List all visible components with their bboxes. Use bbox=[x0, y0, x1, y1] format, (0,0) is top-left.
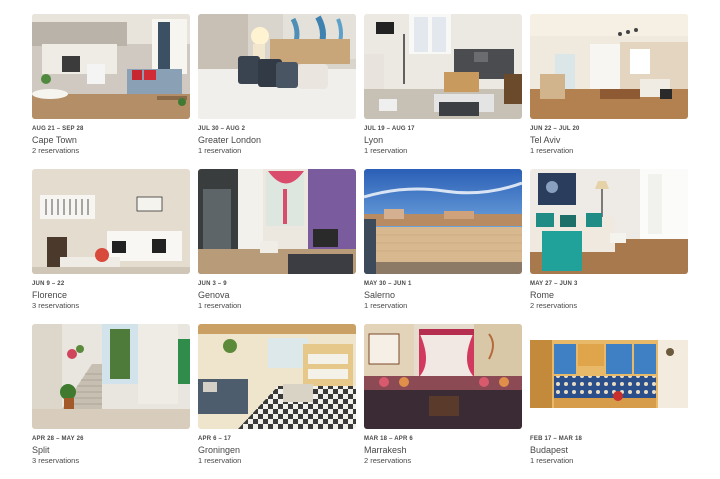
trip-card-budapest[interactable]: FEB 17 – MAR 18 Budapest 1 reservation bbox=[530, 324, 688, 479]
trip-card-greater-london[interactable]: JUL 30 – AUG 2 Greater London 1 reservat… bbox=[198, 14, 356, 169]
trip-dates: JUN 3 – 9 bbox=[198, 281, 227, 287]
trip-city[interactable]: Cape Town bbox=[32, 135, 190, 146]
trip-card-lyon[interactable]: JUL 19 – AUG 17 Lyon 1 reservation bbox=[364, 14, 522, 169]
trip-card-marrakesh[interactable]: MAR 18 – APR 6 Marrakesh 2 reservations bbox=[364, 324, 522, 479]
trip-dates: JUL 30 – AUG 2 bbox=[198, 126, 246, 132]
trip-card-groningen[interactable]: APR 6 – 17 Groningen 1 reservation bbox=[198, 324, 356, 479]
trip-dates: AUG 21 – SEP 28 bbox=[32, 126, 84, 132]
trip-reservations: 3 reservations bbox=[32, 301, 80, 310]
trip-card-split[interactable]: APR 28 – MAY 26 Split 3 reservations bbox=[32, 324, 190, 479]
trip-reservations: 1 reservation bbox=[364, 301, 408, 310]
trip-reservations: 2 reservations bbox=[364, 456, 412, 465]
trip-city[interactable]: Greater London bbox=[198, 135, 356, 146]
trip-dates: FEB 17 – MAR 18 bbox=[530, 436, 583, 442]
tiled-kitchen-photo[interactable] bbox=[530, 324, 688, 429]
white-sofa-room-photo[interactable] bbox=[32, 169, 190, 274]
trip-reservations: 2 reservations bbox=[530, 301, 578, 310]
trip-dates: MAY 27 – JUN 3 bbox=[530, 281, 578, 287]
purple-wall-room-photo[interactable] bbox=[198, 169, 356, 274]
checkered-floor-room-photo[interactable] bbox=[198, 324, 356, 429]
kitchen-living-room-photo[interactable] bbox=[32, 14, 190, 119]
trip-card-rome[interactable]: MAY 27 – JUN 3 Rome 2 reservations bbox=[530, 169, 688, 324]
courtyard-stairs-photo[interactable] bbox=[32, 324, 190, 429]
trip-reservations: 2 reservations bbox=[32, 146, 80, 155]
trips-grid: AUG 21 – SEP 28 Cape Town 2 reservations bbox=[32, 14, 688, 479]
trip-city[interactable]: Genova bbox=[198, 290, 356, 301]
trip-card-tel-aviv[interactable]: JUN 22 – JUL 20 Tel Aviv 1 reservation bbox=[530, 14, 688, 169]
trip-dates: MAY 30 – JUN 1 bbox=[364, 281, 412, 287]
trip-city[interactable]: Split bbox=[32, 445, 190, 456]
trip-card-salerno[interactable]: MAY 30 – JUN 1 Salerno 1 reservation bbox=[364, 169, 522, 324]
moroccan-lounge-photo[interactable] bbox=[364, 324, 522, 429]
trip-reservations: 1 reservation bbox=[530, 146, 574, 155]
teal-sofa-room-photo[interactable] bbox=[530, 169, 688, 274]
trip-city[interactable]: Lyon bbox=[364, 135, 522, 146]
trip-dates: JUL 19 – AUG 17 bbox=[364, 126, 415, 132]
trip-city[interactable]: Budapest bbox=[530, 445, 688, 456]
trip-city[interactable]: Groningen bbox=[198, 445, 356, 456]
trip-reservations: 3 reservations bbox=[32, 456, 80, 465]
trip-city[interactable]: Rome bbox=[530, 290, 688, 301]
trip-dates: JUN 9 – 22 bbox=[32, 281, 65, 287]
trip-reservations: 1 reservation bbox=[198, 146, 242, 155]
trip-card-florence[interactable]: JUN 9 – 22 Florence 3 reservations bbox=[32, 169, 190, 324]
living-room-sofa-photo[interactable] bbox=[364, 14, 522, 119]
trip-dates: APR 28 – MAY 26 bbox=[32, 436, 84, 442]
trip-reservations: 1 reservation bbox=[198, 301, 242, 310]
trip-dates: JUN 22 – JUL 20 bbox=[530, 126, 580, 132]
trip-reservations: 1 reservation bbox=[530, 456, 574, 465]
trip-reservations: 1 reservation bbox=[364, 146, 408, 155]
trip-card-genova[interactable]: JUN 3 – 9 Genova 1 reservation bbox=[198, 169, 356, 324]
trip-city[interactable]: Marrakesh bbox=[364, 445, 522, 456]
bright-living-room-photo[interactable] bbox=[530, 14, 688, 119]
rooftop-terrace-photo[interactable] bbox=[364, 169, 522, 274]
trip-dates: MAR 18 – APR 6 bbox=[364, 436, 413, 442]
trip-card-cape-town[interactable]: AUG 21 – SEP 28 Cape Town 2 reservations bbox=[32, 14, 190, 169]
trip-city[interactable]: Tel Aviv bbox=[530, 135, 688, 146]
trip-city[interactable]: Florence bbox=[32, 290, 190, 301]
trip-reservations: 1 reservation bbox=[198, 456, 242, 465]
bedroom-photo[interactable] bbox=[198, 14, 356, 119]
trip-city[interactable]: Salerno bbox=[364, 290, 522, 301]
trip-dates: APR 6 – 17 bbox=[198, 436, 232, 442]
